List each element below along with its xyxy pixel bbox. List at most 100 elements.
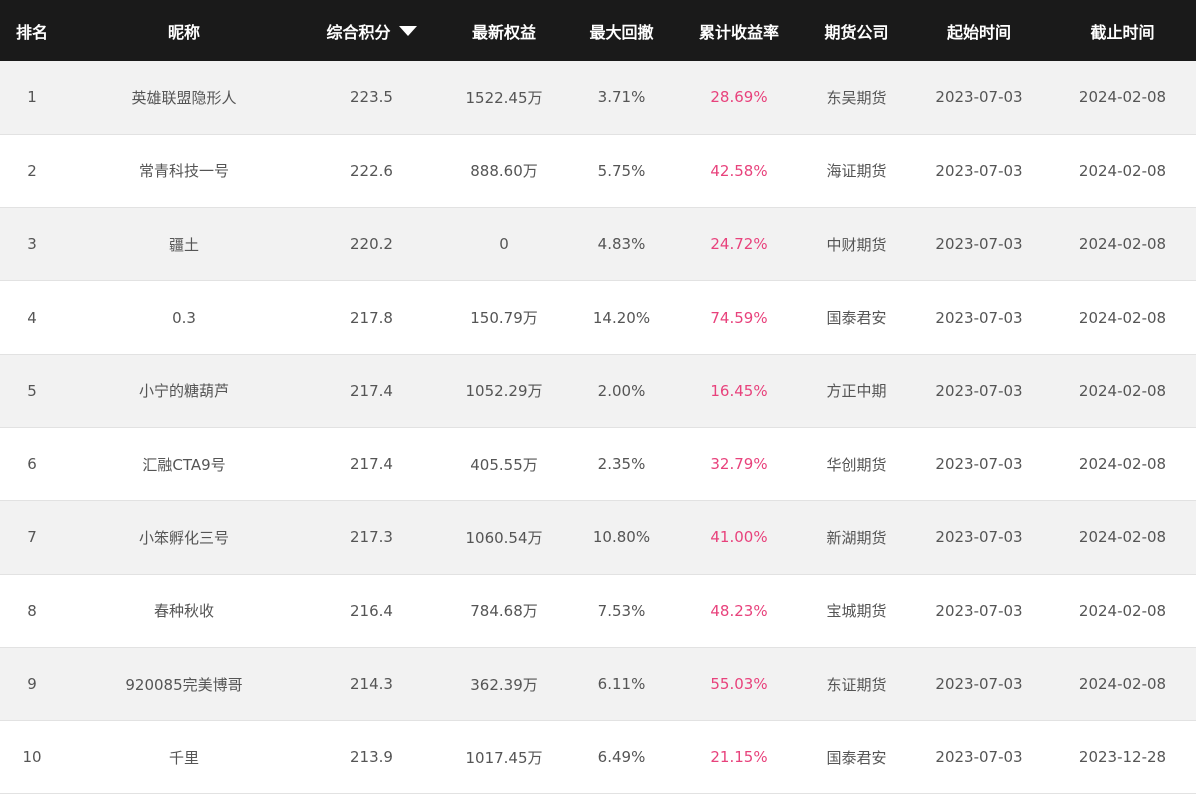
cum-return-cell: 48.23%: [710, 601, 768, 620]
score-cell: 217.3: [350, 528, 393, 547]
end-date-cell: 2024-02-08: [1078, 161, 1167, 180]
ranking-table: 排名 昵称 综合积分 最新权益 最大回撤 累计收益率 期货公司 起始时间 截止时…: [0, 0, 1196, 794]
header-row: 排名 昵称 综合积分 最新权益 最大回撤 累计收益率 期货公司 起始时间 截止时…: [0, 0, 1196, 61]
start-date-cell: 2023-07-03: [935, 308, 1023, 327]
broker-cell: 东证期货: [826, 675, 887, 694]
header-end: 截止时间: [1090, 22, 1155, 42]
table-row: 9 920085完美博哥 214.3 362.39万 6.11% 55.03% 东证期货 20…: [0, 647, 1196, 721]
start-date-cell: 2023-07-03: [935, 235, 1023, 254]
table-row: 3 疆土 220.2 0 4.83% 24.72% 中财期货 2023-07-03 2024-0…: [0, 207, 1196, 281]
table-row: 10 千里 213.9 1017.45万 6.49% 21.15% 国泰君安 2023-07-…: [0, 720, 1196, 794]
nickname-cell[interactable]: 小宁的糖葫芦: [64, 354, 304, 427]
broker-cell: 中财期货: [826, 235, 887, 254]
score-cell: 214.3: [350, 675, 393, 694]
end-date-cell: 2024-02-08: [1078, 235, 1167, 254]
equity-cell: 1052.29万: [465, 382, 543, 401]
rank-cell: 7: [27, 528, 37, 547]
end-date-cell: 2024-02-08: [1078, 675, 1167, 694]
score-cell: 217.4: [350, 455, 393, 474]
end-date-cell: 2024-02-08: [1078, 308, 1167, 327]
cum-return-cell: 41.00%: [710, 528, 768, 547]
rank-cell: 3: [27, 235, 37, 254]
nickname-cell[interactable]: 常青科技一号: [64, 134, 304, 207]
end-date-cell: 2024-02-08: [1078, 601, 1167, 620]
broker-cell: 方正中期: [826, 382, 887, 401]
table-header: 排名 昵称 综合积分 最新权益 最大回撤 累计收益率 期货公司 起始时间 截止时…: [0, 0, 1196, 61]
cum-return-cell: 32.79%: [710, 455, 768, 474]
nickname-cell[interactable]: 0.3: [64, 281, 304, 354]
score-cell: 217.4: [350, 381, 393, 400]
broker-cell: 新湖期货: [826, 528, 887, 547]
start-date-cell: 2023-07-03: [935, 601, 1023, 620]
header-broker: 期货公司: [824, 22, 889, 42]
max-drawdown-cell: 4.83%: [597, 235, 646, 254]
nickname-cell[interactable]: 千里: [64, 721, 304, 794]
broker-cell: 国泰君安: [826, 748, 887, 767]
max-drawdown-cell: 2.35%: [597, 455, 646, 474]
cum-return-cell: 21.15%: [710, 748, 768, 767]
header-rank: 排名: [15, 22, 48, 42]
start-date-cell: 2023-07-03: [935, 455, 1023, 474]
table-row: 5 小宁的糖葫芦 217.4 1052.29万 2.00% 16.45% 方正中期 2023-…: [0, 354, 1196, 428]
header-start: 起始时间: [946, 22, 1011, 42]
header-cum-return: 累计收益率: [698, 22, 779, 42]
max-drawdown-cell: 14.20%: [592, 308, 651, 327]
header-score-sort[interactable]: 综合积分: [304, 0, 439, 61]
header-equity: 最新权益: [471, 22, 536, 42]
rank-cell: 6: [27, 455, 37, 474]
broker-cell: 国泰君安: [826, 309, 887, 328]
start-date-cell: 2023-07-03: [935, 88, 1023, 107]
broker-cell: 东吴期货: [826, 88, 887, 107]
equity-cell: 1522.45万: [465, 88, 543, 107]
start-date-cell: 2023-07-03: [935, 528, 1023, 547]
nickname-cell[interactable]: 疆土: [64, 208, 304, 281]
cum-return-cell: 55.03%: [710, 675, 768, 694]
rank-cell: 10: [22, 748, 42, 767]
table-row: 8 春种秋收 216.4 784.68万 7.53% 48.23% 宝城期货 2023-07-…: [0, 574, 1196, 648]
end-date-cell: 2024-02-08: [1078, 88, 1167, 107]
score-cell: 222.6: [350, 161, 393, 180]
rank-cell: 1: [27, 88, 37, 107]
cum-return-cell: 42.58%: [710, 161, 768, 180]
sort-desc-icon[interactable]: [398, 25, 417, 36]
equity-cell: 888.60万: [470, 162, 538, 181]
rank-cell: 5: [27, 381, 37, 400]
rank-cell: 4: [27, 308, 37, 327]
nickname-cell[interactable]: 920085完美博哥: [64, 647, 304, 720]
cum-return-cell: 16.45%: [710, 381, 768, 400]
table-row: 1 英雄联盟隐形人 223.5 1522.45万 3.71% 28.69% 东吴期货 2023…: [0, 61, 1196, 135]
header-score-label: 综合积分: [326, 22, 391, 42]
equity-cell: 150.79万: [470, 309, 538, 328]
max-drawdown-cell: 3.71%: [597, 88, 646, 107]
end-date-cell: 2024-02-08: [1078, 381, 1167, 400]
nickname-cell[interactable]: 汇融CTA9号: [64, 427, 304, 500]
end-date-cell: 2024-02-08: [1078, 455, 1167, 474]
end-date-cell: 2024-02-08: [1078, 528, 1167, 547]
table-body: 1 英雄联盟隐形人 223.5 1522.45万 3.71% 28.69% 东吴期货 2023…: [0, 61, 1196, 794]
table-row: 6 汇融CTA9号 217.4 405.55万 2.35% 32.79% 华创期货 2023-…: [0, 427, 1196, 501]
nickname-cell[interactable]: 小笨孵化三号: [64, 501, 304, 574]
rank-cell: 2: [27, 161, 37, 180]
score-cell: 213.9: [350, 748, 393, 767]
equity-cell: 1060.54万: [465, 528, 543, 547]
nickname-cell[interactable]: 英雄联盟隐形人: [64, 61, 304, 134]
broker-cell: 海证期货: [826, 162, 887, 181]
score-cell: 223.5: [350, 88, 393, 107]
table-row: 2 常青科技一号 222.6 888.60万 5.75% 42.58% 海证期货 2023-0…: [0, 134, 1196, 208]
start-date-cell: 2023-07-03: [935, 381, 1023, 400]
header-nickname: 昵称: [167, 22, 200, 42]
rank-cell: 9: [27, 675, 37, 694]
table-row: 4 0.3 217.8 150.79万 14.20% 74.59% 国泰君安 2023-07-…: [0, 280, 1196, 355]
rank-cell: 8: [27, 601, 37, 620]
start-date-cell: 2023-07-03: [935, 748, 1023, 767]
max-drawdown-cell: 2.00%: [597, 381, 646, 400]
equity-cell: 1017.45万: [465, 748, 543, 767]
max-drawdown-cell: 6.49%: [597, 748, 646, 767]
cum-return-cell: 74.59%: [710, 308, 768, 327]
nickname-cell[interactable]: 春种秋收: [64, 574, 304, 647]
equity-cell: 362.39万: [470, 675, 538, 694]
max-drawdown-cell: 7.53%: [597, 601, 646, 620]
equity-cell: 0: [499, 235, 509, 254]
cum-return-cell: 28.69%: [710, 88, 768, 107]
end-date-cell: 2023-12-28: [1078, 748, 1167, 767]
